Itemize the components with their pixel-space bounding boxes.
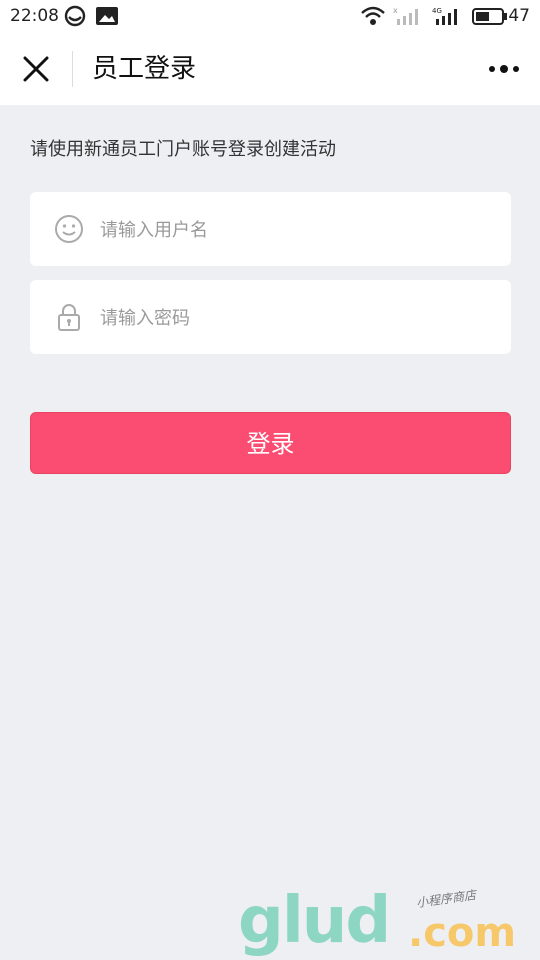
svg-text:4G: 4G: [432, 7, 442, 15]
battery-icon: [472, 8, 507, 25]
password-field[interactable]: [30, 280, 511, 354]
smiley-icon: [55, 215, 83, 243]
nav-bar: 员工登录: [0, 33, 540, 105]
username-field[interactable]: [30, 192, 511, 266]
status-time: 22:08: [10, 6, 59, 26]
close-icon[interactable]: [22, 55, 50, 83]
login-button[interactable]: 登录: [30, 412, 511, 474]
signal-icon-sim1: x: [393, 6, 418, 25]
svg-text:x: x: [393, 6, 398, 15]
login-hint: 请使用新通员工门户账号登录创建活动: [30, 139, 336, 160]
battery-level: 47: [508, 6, 530, 26]
page-title: 员工登录: [92, 54, 197, 84]
watermark: glud .com 小程序商店: [238, 886, 538, 960]
watermark-tagline: 小程序商店: [415, 887, 477, 911]
watermark-logo: glud: [238, 884, 391, 958]
username-input[interactable]: [98, 206, 492, 254]
nav-divider: [72, 51, 73, 87]
status-bar: 22:08 x 4G 47: [0, 0, 540, 33]
signal-icon-sim2: 4G: [432, 7, 457, 25]
image-notification-icon: [96, 7, 118, 25]
app-notification-icon: [64, 5, 86, 27]
password-input[interactable]: [98, 294, 492, 342]
more-icon[interactable]: [488, 63, 520, 75]
lock-icon: [58, 304, 80, 331]
wifi-icon: [361, 6, 385, 25]
watermark-domain: .com: [408, 910, 517, 956]
